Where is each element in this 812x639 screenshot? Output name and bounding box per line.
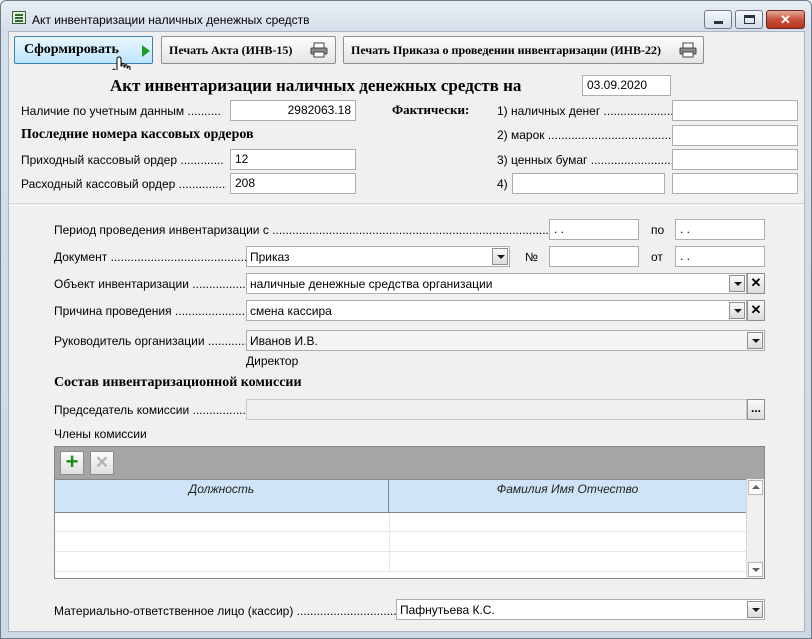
incoming-order-field[interactable]: 12	[230, 149, 356, 170]
actual-cash-field[interactable]	[672, 100, 798, 121]
members-label: Члены комиссии	[54, 427, 147, 441]
chair-label: Председатель комиссии ..................…	[54, 403, 266, 417]
period-to-field[interactable]: . .	[675, 219, 765, 240]
document-label: Документ ...............................…	[54, 250, 271, 264]
actual-cash-label: 1) наличных денег ......................	[497, 104, 677, 118]
column-divider	[389, 513, 390, 532]
cashier-select[interactable]: Пафнутьева К.С.	[396, 599, 765, 620]
head-position: Директор	[246, 354, 299, 368]
chevron-down-icon[interactable]	[492, 248, 508, 265]
scroll-down-icon[interactable]	[748, 562, 763, 577]
column-divider	[389, 533, 390, 552]
cashier-value: Пафнутьева К.С.	[400, 603, 495, 617]
printer-icon	[679, 42, 697, 58]
head-value: Иванов И.В.	[250, 334, 318, 348]
from-date-field[interactable]: . .	[675, 246, 765, 267]
act-date-field[interactable]: 03.09.2020	[582, 75, 671, 96]
form-client-area: Сформировать Печать Акта (ИНВ-15) Печать…	[8, 31, 805, 632]
table-row[interactable]	[55, 553, 746, 572]
app-window: Акт инвентаризации наличных денежных сре…	[0, 0, 812, 639]
print-act-button[interactable]: Печать Акта (ИНВ-15)	[161, 36, 336, 64]
reason-clear-button[interactable]: ✕	[747, 300, 765, 321]
column-divider	[389, 553, 390, 572]
actual-other-name-field[interactable]	[512, 173, 665, 194]
members-table-toolbar: + ✕	[55, 447, 764, 479]
actual-label: Фактически:	[392, 102, 470, 117]
period-to-label: по	[651, 223, 665, 237]
incoming-order-label: Приходный кассовый ордер .............	[21, 153, 224, 167]
delete-member-button[interactable]: ✕	[90, 451, 114, 475]
last-orders-heading: Последние номера кассовых ордеров	[21, 127, 254, 142]
document-value: Приказ	[250, 250, 290, 264]
minimize-icon	[714, 21, 723, 24]
object-label: Объект инвентаризации ..................…	[54, 277, 263, 291]
minimize-button[interactable]	[704, 10, 732, 29]
actual-stamps-field[interactable]	[672, 125, 798, 146]
table-row[interactable]	[55, 513, 746, 532]
toolbar: Сформировать Печать Акта (ИНВ-15) Печать…	[9, 32, 804, 81]
act-header-section: Акт инвентаризации наличных денежных сре…	[9, 70, 804, 204]
from-label: от	[651, 250, 663, 264]
object-clear-button[interactable]: ✕	[747, 273, 765, 294]
actual-other-field[interactable]	[672, 173, 798, 194]
reason-label: Причина проведения .....................…	[54, 304, 265, 318]
outgoing-order-field[interactable]: 208	[230, 173, 356, 194]
table-row[interactable]	[55, 533, 746, 552]
head-select[interactable]: Иванов И.В.	[246, 330, 765, 351]
head-label: Руководитель организации .............	[54, 334, 252, 348]
outgoing-order-label: Расходный кассовый ордер ..............	[21, 177, 226, 191]
object-value: наличные денежные средства организации	[250, 277, 493, 291]
maximize-button[interactable]	[735, 10, 763, 29]
number-label: №	[525, 250, 538, 264]
chair-field[interactable]	[246, 399, 747, 420]
reason-value: смена кассира	[250, 304, 332, 318]
period-from-field[interactable]: . .	[549, 219, 639, 240]
chevron-down-icon[interactable]	[729, 275, 745, 292]
reason-select[interactable]: смена кассира	[246, 300, 747, 321]
chevron-down-icon[interactable]	[747, 601, 763, 618]
maximize-icon	[744, 15, 755, 24]
form-button-label: Сформировать	[24, 42, 119, 57]
members-table-body	[55, 513, 746, 576]
chevron-down-icon[interactable]	[729, 302, 745, 319]
balance-field[interactable]: 2982063.18	[230, 100, 356, 121]
app-icon	[12, 11, 26, 24]
act-title: Акт инвентаризации наличных денежных сре…	[110, 76, 522, 95]
printer-icon	[310, 42, 328, 58]
window-title: Акт инвентаризации наличных денежных сре…	[32, 13, 310, 27]
inventory-details-section: Период проведения инвентаризации с .....…	[9, 205, 804, 631]
scroll-up-icon[interactable]	[748, 480, 763, 495]
print-order-button[interactable]: Печать Приказа о проведении инвентаризац…	[343, 36, 704, 64]
column-header-fullname[interactable]: Фамилия Имя Отчество	[389, 480, 746, 513]
commission-heading: Состав инвентаризационной комиссии	[54, 375, 302, 390]
members-table-header: Должность Фамилия Имя Отчество	[55, 479, 746, 513]
form-button[interactable]: Сформировать	[14, 36, 153, 81]
members-table: + ✕ Должность Фамилия Имя Отчество	[54, 446, 765, 579]
close-button[interactable]: ✕	[766, 10, 805, 29]
actual-securities-field[interactable]	[672, 149, 798, 170]
chair-select-button[interactable]: ...	[747, 399, 765, 420]
period-label: Период проведения инвентаризации с .....…	[54, 223, 569, 237]
add-member-button[interactable]: +	[60, 451, 84, 475]
balance-label: Наличие по учетным данным ..........	[21, 104, 221, 118]
close-icon: ✕	[780, 12, 791, 27]
object-select[interactable]: наличные денежные средства организации	[246, 273, 747, 294]
number-field[interactable]	[549, 246, 639, 267]
actual-other-label: 4)	[497, 177, 508, 191]
title-bar[interactable]: Акт инвентаризации наличных денежных сре…	[1, 1, 811, 31]
print-act-label: Печать Акта (ИНВ-15)	[169, 43, 293, 57]
cashier-label: Материально-ответственное лицо (кассир) …	[54, 604, 437, 618]
chevron-down-icon[interactable]	[747, 332, 763, 349]
column-header-position[interactable]: Должность	[55, 480, 389, 513]
print-order-label: Печать Приказа о проведении инвентаризац…	[351, 43, 662, 57]
play-icon	[142, 45, 150, 57]
members-table-scrollbar[interactable]	[746, 479, 764, 578]
document-select[interactable]: Приказ	[246, 246, 510, 267]
